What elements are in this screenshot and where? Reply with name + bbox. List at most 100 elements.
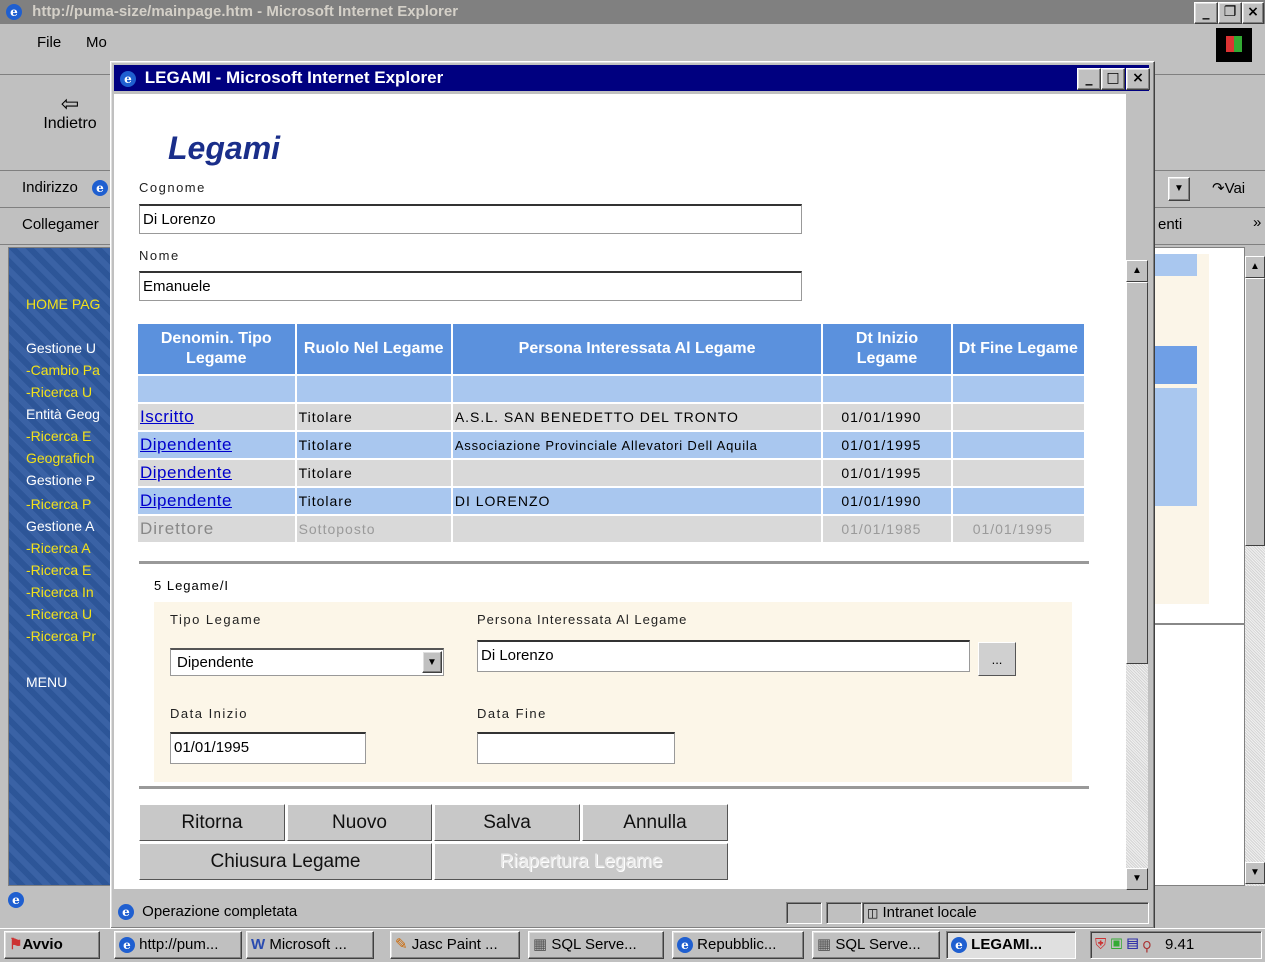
menu-modifica[interactable]: Mo	[86, 34, 107, 51]
back-arrow-icon: ⇦	[60, 91, 80, 116]
back-button[interactable]: ⇦ Indietro	[30, 93, 110, 133]
cell-tipo[interactable]: Dipendente	[138, 432, 295, 458]
tray-app-icon[interactable]: ▣	[1110, 936, 1122, 953]
address-dropdown-button[interactable]: ▼	[1168, 177, 1190, 201]
outer-scroll-down-button[interactable]: ▼	[1245, 862, 1265, 884]
popup-scroll-thumb[interactable]	[1126, 282, 1148, 664]
data-fine-field[interactable]	[477, 732, 675, 764]
col-header-tipo[interactable]: Denomin. Tipo Legame	[138, 324, 295, 374]
links-label[interactable]: Collegamer	[22, 216, 99, 233]
left-menu-item[interactable]: Entità Geog	[26, 406, 100, 422]
chiusura-legame-button[interactable]: Chiusura Legame	[139, 843, 432, 880]
cell-persona: DI LORENZO	[452, 488, 822, 514]
taskbar-item[interactable]: ▦ SQL Serve...	[528, 931, 664, 959]
nome-field[interactable]: Emanuele	[139, 271, 802, 301]
page-title: Legami	[168, 130, 281, 166]
chevron-down-icon[interactable]: ▼	[422, 651, 442, 673]
link-tipo[interactable]: Dipendente	[140, 463, 232, 482]
table-row: Iscritto Titolare A.S.L. SAN BENEDETTO D…	[138, 404, 1084, 430]
link-tipo-disabled: Direttore	[140, 519, 215, 538]
left-menu-item[interactable]: -Ricerca P	[26, 496, 91, 512]
persona-field[interactable]: Di Lorenzo	[477, 640, 970, 672]
col-header-persona[interactable]: Persona Interessata Al Legame	[452, 324, 822, 374]
link-tipo[interactable]: Dipendente	[140, 491, 232, 510]
nome-label: Nome	[139, 248, 180, 263]
cell-tipo[interactable]: Iscritto	[138, 404, 295, 430]
left-menu-item[interactable]: -Ricerca In	[26, 584, 94, 600]
left-menu-item[interactable]: -Ricerca U	[26, 384, 92, 400]
outer-restore-button[interactable]: ❐	[1218, 2, 1242, 24]
salva-button[interactable]: Salva	[434, 804, 580, 841]
outer-page-highlight	[1149, 346, 1197, 384]
popup-scroll-up-button[interactable]: ▲	[1126, 260, 1148, 282]
left-menu-item[interactable]: HOME PAG	[26, 296, 100, 312]
left-menu-item[interactable]: -Ricerca E	[26, 562, 91, 578]
link-tipo[interactable]: Dipendente	[140, 435, 232, 454]
intranet-zone-icon: ◫	[867, 906, 879, 920]
start-label: Avvio	[22, 936, 63, 953]
left-menu-item[interactable]: Geografich	[26, 450, 94, 466]
popup-status-text: Operazione completata	[142, 903, 298, 920]
popup-minimize-button[interactable]: _	[1077, 68, 1101, 90]
status-page-icon: e	[118, 904, 134, 921]
outer-close-button[interactable]: ×	[1242, 2, 1264, 24]
data-inizio-field[interactable]: 01/01/1995	[170, 732, 366, 764]
browse-button[interactable]: ...	[978, 642, 1016, 676]
cognome-field[interactable]: Di Lorenzo	[139, 204, 802, 234]
cell-ruolo: Titolare	[296, 404, 451, 430]
tipo-legame-select[interactable]: Dipendente ▼	[170, 648, 444, 676]
taskbar-item-label: Repubblic...	[697, 936, 777, 953]
taskbar-item-active[interactable]: e LEGAMI...	[946, 931, 1076, 959]
taskbar-item[interactable]: ✎ Jasc Paint ...	[390, 931, 520, 959]
col-header-inizio[interactable]: Dt Inizio Legame	[823, 324, 951, 374]
popup-close-button[interactable]: ×	[1126, 68, 1150, 90]
tipo-legame-label: Tipo Legame	[170, 612, 262, 627]
cell-tipo[interactable]: Dipendente	[138, 460, 295, 486]
data-inizio-label: Data Inizio	[170, 706, 248, 721]
start-button[interactable]: ⚑Avvio	[4, 931, 100, 959]
clock: 9.41	[1165, 936, 1195, 953]
left-menu-item[interactable]: -Ricerca E	[26, 428, 91, 444]
left-menu-item[interactable]: MENU	[26, 674, 67, 690]
tray-shield-icon[interactable]: ⛨	[1095, 936, 1106, 953]
ritorna-button[interactable]: Ritorna	[139, 804, 285, 841]
table-row: Direttore Sottoposto 01/01/1985 01/01/19…	[138, 516, 1084, 542]
windows-flag-icon: ⚑	[9, 936, 23, 953]
popup-scroll-down-button[interactable]: ▼	[1126, 868, 1148, 890]
popup-statusbar: e Operazione completata ◫ Intranet local…	[114, 900, 1149, 924]
left-menu-item[interactable]: Gestione P	[26, 472, 95, 488]
popup-window: e LEGAMI - Microsoft Internet Explorer _…	[110, 61, 1155, 929]
col-header-ruolo[interactable]: Ruolo Nel Legame	[296, 324, 451, 374]
col-header-fine[interactable]: Dt Fine Legame	[952, 324, 1084, 374]
table-spacer-row	[138, 376, 1084, 402]
outer-page-highlight	[1149, 388, 1197, 506]
go-button[interactable]: ↷Vai	[1212, 179, 1245, 197]
sql-icon: ▦	[817, 936, 832, 953]
annulla-button[interactable]: Annulla	[582, 804, 728, 841]
outer-scroll-thumb[interactable]	[1245, 278, 1265, 546]
cell-persona	[452, 516, 822, 542]
outer-minimize-button[interactable]: _	[1194, 2, 1218, 24]
left-menu-item[interactable]: -Ricerca A	[26, 540, 91, 556]
tray-monitor-icon[interactable]: ▤	[1127, 936, 1139, 953]
left-menu-item[interactable]: -Cambio Pa	[26, 362, 100, 378]
link-tipo[interactable]: Iscritto	[140, 407, 194, 426]
left-menu-item[interactable]: -Ricerca Pr	[26, 628, 96, 644]
menu-file[interactable]: File	[37, 34, 61, 51]
links-right-label[interactable]: enti	[1158, 216, 1182, 233]
left-menu-item[interactable]: Gestione A	[26, 518, 95, 534]
popup-ie-icon: e	[120, 70, 136, 87]
taskbar-item[interactable]: e http://pum...	[114, 931, 242, 959]
taskbar-item[interactable]: ▦ SQL Serve...	[812, 931, 940, 959]
outer-scroll-up-button[interactable]: ▲	[1245, 256, 1265, 278]
left-menu-item[interactable]: -Ricerca U	[26, 606, 92, 622]
taskbar-item[interactable]: W Microsoft ...	[246, 931, 374, 959]
left-menu-item[interactable]: Gestione U	[26, 340, 96, 356]
links-more-chevron-icon[interactable]: »	[1253, 214, 1261, 231]
taskbar-item[interactable]: e Repubblic...	[672, 931, 804, 959]
nuovo-button[interactable]: Nuovo	[287, 804, 432, 841]
cell-fine	[952, 432, 1084, 458]
tray-search-icon[interactable]: ⚲	[1143, 936, 1151, 953]
cell-tipo[interactable]: Dipendente	[138, 488, 295, 514]
popup-maximize-button[interactable]: □	[1101, 68, 1125, 90]
